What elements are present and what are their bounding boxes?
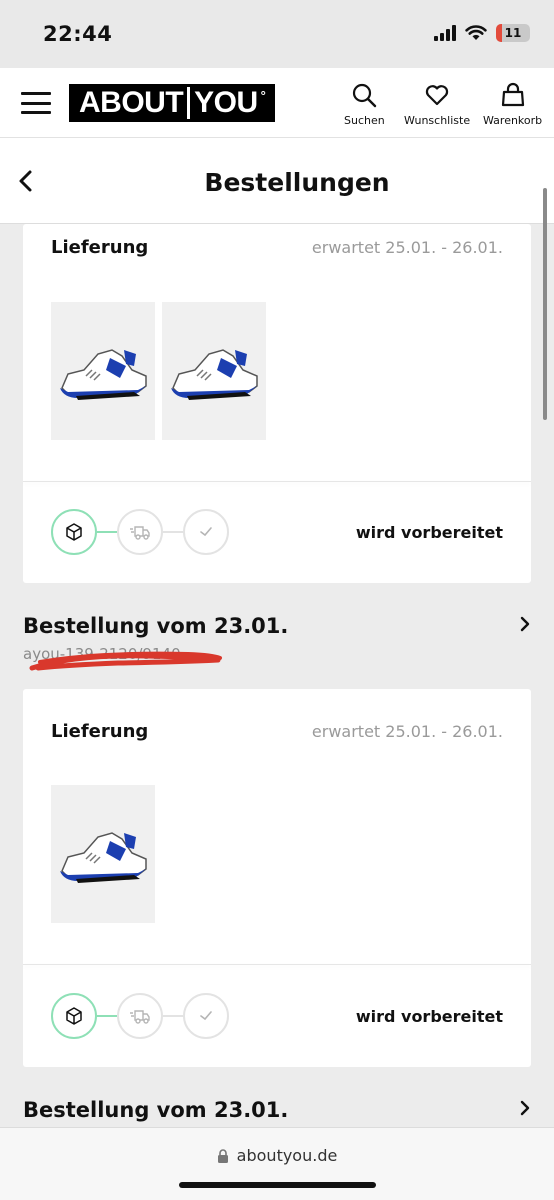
wishlist-label: Wunschliste [404, 114, 471, 127]
order-heading[interactable]: Bestellung vom 23.01. [23, 614, 288, 638]
logo-mark: ° [260, 87, 266, 103]
about-you-logo[interactable]: ABOUT YOU ° [69, 84, 276, 122]
logo-left: ABOUT [79, 86, 184, 119]
delivery-label: Lieferung [51, 721, 149, 742]
cart-label: Warenkorb [483, 114, 543, 127]
app-header: ABOUT YOU ° Suchen Wunschliste Warenkorb [0, 68, 554, 138]
step-delivered [183, 509, 229, 555]
delivery-card[interactable]: Lieferung erwartet 25.01. - 26.01. wird … [23, 689, 531, 1067]
battery-level: 11 [504, 26, 522, 40]
product-thumbnail[interactable] [51, 785, 155, 923]
package-icon [66, 1007, 82, 1025]
card-divider [23, 964, 531, 965]
url-text: aboutyou.de [236, 1146, 338, 1165]
menu-icon[interactable] [21, 92, 51, 114]
search-button[interactable]: Suchen [344, 82, 385, 127]
cart-button[interactable]: Warenkorb [483, 82, 542, 127]
step-shipping [117, 509, 163, 555]
step-shipping [117, 993, 163, 1039]
page-header: Bestellungen [0, 138, 554, 224]
chevron-right-icon[interactable] [520, 616, 530, 632]
page-title: Bestellungen [204, 168, 390, 197]
logo-right: YOU [194, 86, 258, 119]
order-heading[interactable]: Bestellung vom 23.01. [23, 1098, 288, 1122]
address-bar[interactable]: aboutyou.de [0, 1146, 554, 1165]
bag-icon [501, 82, 524, 107]
sneaker-image [171, 349, 258, 400]
package-icon [66, 523, 82, 541]
home-indicator[interactable] [179, 1182, 376, 1188]
order-status: wird vorbereitet [355, 1007, 503, 1026]
order-status: wird vorbereitet [355, 523, 503, 542]
wishlist-button[interactable]: Wunschliste [404, 82, 470, 127]
search-icon [353, 83, 377, 108]
check-icon [200, 527, 212, 537]
status-bar: 22:44 11 [0, 0, 554, 68]
sneaker-image [60, 832, 147, 883]
wifi-icon [465, 25, 487, 40]
battery-icon: 11 [496, 24, 530, 42]
orders-list[interactable]: Lieferung erwartet 25.01. - 26.01. wird … [0, 224, 554, 1127]
shipment-progress [51, 509, 229, 555]
chevron-right-icon[interactable] [520, 1100, 530, 1116]
step-prepared [51, 509, 97, 555]
step-delivered [183, 993, 229, 1039]
search-label: Suchen [344, 114, 385, 127]
delivery-card[interactable]: Lieferung erwartet 25.01. - 26.01. wird … [23, 224, 531, 583]
step-prepared [51, 993, 97, 1039]
product-thumbnail[interactable] [51, 302, 155, 440]
status-time: 22:44 [43, 22, 113, 46]
expected-date: erwartet 25.01. - 26.01. [311, 722, 503, 741]
red-scribble [29, 651, 222, 671]
product-thumbnail[interactable] [162, 302, 266, 440]
shipment-progress [51, 993, 229, 1039]
check-icon [200, 1011, 212, 1021]
card-divider [23, 481, 531, 482]
delivery-label: Lieferung [51, 237, 149, 258]
delivery-truck-icon [130, 1010, 150, 1024]
heart-icon [425, 85, 449, 106]
scrollbar[interactable] [543, 188, 547, 420]
browser-bottom-bar: aboutyou.de [0, 1127, 554, 1200]
delivery-truck-icon [130, 526, 150, 540]
cellular-signal-icon [434, 25, 456, 41]
lock-icon [217, 1148, 228, 1163]
expected-date: erwartet 25.01. - 26.01. [311, 238, 503, 257]
sneaker-image [60, 349, 147, 400]
